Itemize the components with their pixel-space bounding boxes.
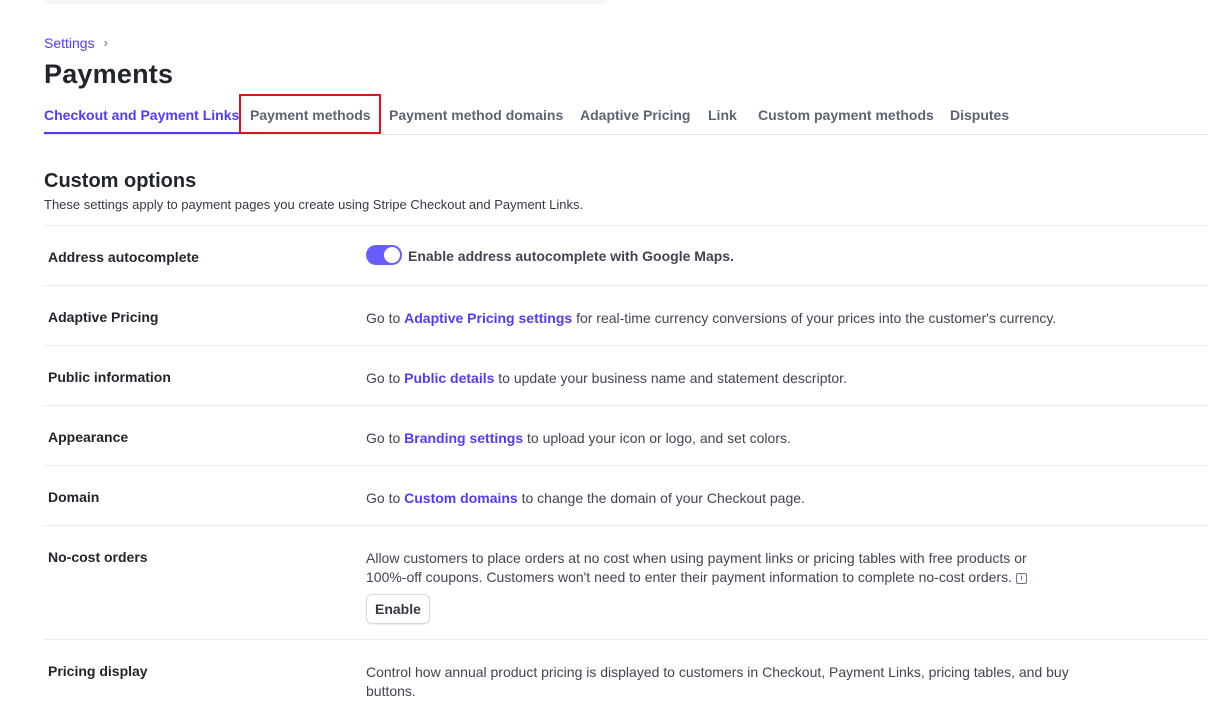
section-title: Custom options xyxy=(44,170,197,192)
row-address-autocomplete: Address autocomplete Enable address auto… xyxy=(44,225,1208,285)
custom-domains-link[interactable]: Custom domains xyxy=(404,490,518,506)
section-subtitle: These settings apply to payment pages yo… xyxy=(44,197,584,212)
row-label: Address autocomplete xyxy=(48,249,199,265)
tab-payment-method-domains[interactable]: Payment method domains xyxy=(389,103,563,133)
row-public-information: Public information Go to Public details … xyxy=(44,345,1208,405)
toggle-knob xyxy=(384,247,400,264)
address-autocomplete-toggle[interactable] xyxy=(366,245,402,266)
adaptive-pricing-settings-link[interactable]: Adaptive Pricing settings xyxy=(404,310,572,326)
row-pricing-display: Pricing display Control how annual produ… xyxy=(44,639,1208,719)
tab-custom-payment-methods[interactable]: Custom payment methods xyxy=(758,103,934,133)
text: for real-time currency conversions of yo… xyxy=(572,310,1057,326)
row-description: Allow customers to place orders at no co… xyxy=(366,549,1056,624)
tab-link[interactable]: Link xyxy=(708,103,737,133)
row-label: Domain xyxy=(48,489,100,505)
row-label: Pricing display xyxy=(48,663,148,679)
tab-checkout-and-payment-links[interactable]: Checkout and Payment Links xyxy=(44,103,240,134)
branding-settings-link[interactable]: Branding settings xyxy=(404,430,523,446)
row-label: Public information xyxy=(48,369,171,385)
tab-payment-methods[interactable]: Payment methods xyxy=(250,103,371,133)
toggle-label: Enable address autocomplete with Google … xyxy=(408,247,734,264)
text: Go to xyxy=(366,310,405,326)
text: Go to xyxy=(366,490,405,506)
breadcrumb-settings-link[interactable]: Settings xyxy=(44,35,95,51)
chevron-right-icon: › xyxy=(103,35,108,50)
row-description: Go to Branding settings to upload your i… xyxy=(366,429,1076,448)
enable-button[interactable]: Enable xyxy=(366,594,430,624)
row-no-cost-orders: No-cost orders Allow customers to place … xyxy=(44,525,1208,639)
row-label: No-cost orders xyxy=(48,549,148,565)
row-description: Control how annual product pricing is di… xyxy=(366,664,1069,699)
text: to change the domain of your Checkout pa… xyxy=(517,490,805,506)
no-cost-orders-text: Allow customers to place orders at no co… xyxy=(366,550,1027,585)
row-description: Go to Public details to update your busi… xyxy=(366,369,1076,388)
row-control: Enable address autocomplete with Google … xyxy=(366,245,1076,266)
row-description: Go to Adaptive Pricing settings for real… xyxy=(366,309,1146,328)
text: Go to xyxy=(366,430,405,446)
row-appearance: Appearance Go to Branding settings to up… xyxy=(44,405,1208,465)
row-label: Appearance xyxy=(48,429,129,445)
settings-rows: Address autocomplete Enable address auto… xyxy=(44,225,1208,719)
tab-disputes[interactable]: Disputes xyxy=(950,103,1009,133)
breadcrumb: Settings › xyxy=(44,35,108,51)
row-label: Adaptive Pricing xyxy=(48,309,159,325)
top-search-bar[interactable] xyxy=(44,0,608,4)
tab-bar: Checkout and Payment Links Payment metho… xyxy=(44,103,1208,135)
text: to upload your icon or logo, and set col… xyxy=(523,430,791,446)
text: Go to xyxy=(366,370,405,386)
tab-adaptive-pricing[interactable]: Adaptive Pricing xyxy=(580,103,690,133)
text: to update your business name and stateme… xyxy=(494,370,847,386)
page-title: Payments xyxy=(44,59,174,89)
public-details-link[interactable]: Public details xyxy=(404,370,494,386)
row-domain: Domain Go to Custom domains to change th… xyxy=(44,465,1208,525)
row-adaptive-pricing: Adaptive Pricing Go to Adaptive Pricing … xyxy=(44,285,1208,345)
info-icon[interactable]: i xyxy=(1015,573,1027,584)
row-description: Go to Custom domains to change the domai… xyxy=(366,489,1076,508)
